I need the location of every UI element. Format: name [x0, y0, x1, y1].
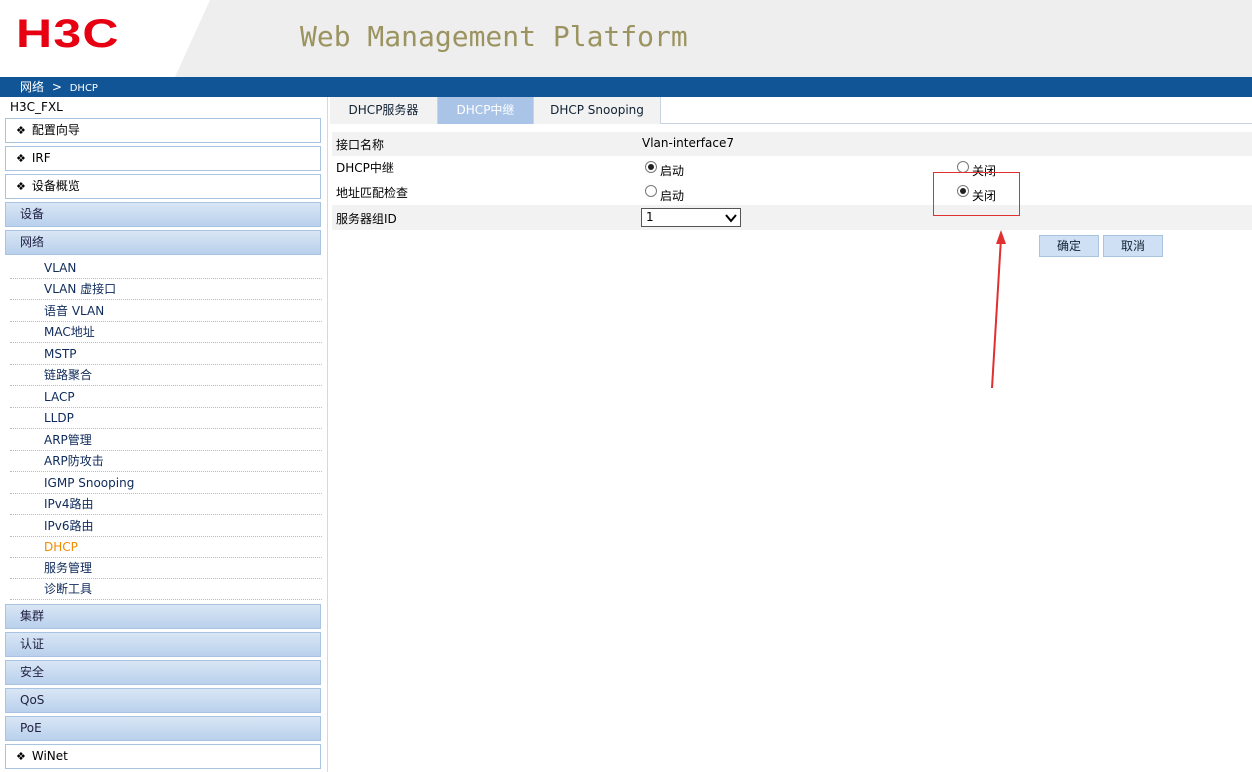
address-check-row: 地址匹配检查 启动 关闭: [332, 180, 1252, 204]
sidebar-item-ipv6-routing[interactable]: IPv6路由: [10, 516, 322, 537]
interface-row: 接口名称 Vlan-interface7: [332, 132, 1252, 156]
sidebar-category-poe[interactable]: PoE: [5, 716, 321, 741]
server-group-label: 服务器组ID: [336, 212, 397, 226]
tab-bar: DHCP服务器 DHCP中继 DHCP Snooping: [330, 97, 1252, 124]
interface-label: 接口名称: [336, 138, 385, 152]
relay-label: DHCP中继: [336, 161, 394, 175]
relay-row: DHCP中继 启动 关闭: [332, 156, 1252, 180]
sidebar-item-arp-management[interactable]: ARP管理: [10, 430, 322, 451]
diamond-icon: ❖: [16, 750, 26, 763]
sidebar-item-diagnostic-tools[interactable]: 诊断工具: [10, 579, 322, 600]
sidebar-category-qos[interactable]: QoS: [5, 688, 321, 713]
sidebar-item-arp-attack-protection[interactable]: ARP防攻击: [10, 451, 322, 472]
breadcrumb: 网络 > DHCP: [0, 77, 1252, 97]
sidebar-item-lacp[interactable]: LACP: [10, 387, 322, 408]
sidebar-category-authentication[interactable]: 认证: [5, 632, 321, 657]
relay-on-label: 启动: [660, 164, 685, 178]
sidebar-item-voice-vlan[interactable]: 语音 VLAN: [10, 301, 322, 322]
interface-value: Vlan-interface7: [642, 136, 734, 150]
address-check-on-radio[interactable]: [645, 185, 657, 197]
tab-dhcp-snooping[interactable]: DHCP Snooping: [534, 97, 661, 124]
chevron-down-icon: [725, 214, 737, 223]
sidebar-item-lldp[interactable]: LLDP: [10, 408, 322, 429]
sidebar-item-label: WiNet: [31, 749, 68, 763]
sidebar-category-device[interactable]: 设备: [5, 202, 321, 227]
sidebar-item-vlan-interface[interactable]: VLAN 虚接口: [10, 279, 322, 300]
address-check-on-label: 启动: [660, 189, 685, 203]
sidebar-item-service-management[interactable]: 服务管理: [10, 558, 322, 579]
sidebar-item-label: IRF: [31, 151, 51, 165]
sidebar-item-mstp[interactable]: MSTP: [10, 344, 322, 365]
ok-button[interactable]: 确定: [1039, 235, 1099, 257]
diamond-icon: ❖: [16, 152, 26, 165]
sidebar-item-label: 设备概览: [31, 179, 80, 193]
h3c-logo: H3C: [16, 12, 120, 56]
sidebar-item-igmp-snooping[interactable]: IGMP Snooping: [10, 473, 322, 494]
sidebar: H3C_FXL ❖ 配置向导 ❖ IRF ❖ 设备概览 设备 网络 VLAN VLAN…: [0, 97, 328, 772]
sidebar-category-security[interactable]: 安全: [5, 660, 321, 685]
annotation-highlight-box: [933, 172, 1020, 216]
annotation-arrow-icon: [991, 230, 1006, 389]
relay-on-radio[interactable]: [645, 161, 657, 173]
sidebar-category-network[interactable]: 网络: [5, 230, 321, 255]
sidebar-category-cluster[interactable]: 集群: [5, 604, 321, 629]
sidebar-item-winet[interactable]: ❖ WiNet: [5, 744, 321, 769]
diamond-icon: ❖: [16, 180, 26, 193]
sidebar-item-link-aggregation[interactable]: 链路聚合: [10, 365, 322, 386]
sidebar-item-device-overview[interactable]: ❖ 设备概览: [5, 174, 321, 199]
platform-title: Web Management Platform: [300, 20, 688, 53]
address-check-label: 地址匹配检查: [336, 186, 409, 200]
sidebar-item-ipv4-routing[interactable]: IPv4路由: [10, 494, 322, 515]
header: H3C Web Management Platform: [0, 0, 1252, 77]
server-group-value: 1: [646, 210, 654, 224]
sidebar-item-dhcp[interactable]: DHCP: [10, 537, 322, 558]
server-group-row: 服务器组ID: [332, 205, 1252, 230]
sidebar-item-vlan[interactable]: VLAN: [10, 258, 322, 279]
breadcrumb-item-network[interactable]: 网络: [20, 80, 44, 94]
sidebar-item-label: 配置向导: [31, 123, 80, 137]
tab-dhcp-server[interactable]: DHCP服务器: [330, 97, 438, 124]
tab-dhcp-relay[interactable]: DHCP中继: [438, 97, 534, 124]
diamond-icon: ❖: [16, 124, 26, 137]
device-name: H3C_FXL: [10, 100, 63, 114]
breadcrumb-separator: >: [51, 80, 62, 94]
sidebar-item-config-wizard[interactable]: ❖ 配置向导: [5, 118, 321, 143]
cancel-button[interactable]: 取消: [1103, 235, 1163, 257]
sidebar-item-irf[interactable]: ❖ IRF: [5, 146, 321, 171]
sidebar-item-mac-address[interactable]: MAC地址: [10, 322, 322, 343]
server-group-select[interactable]: 1: [641, 208, 741, 227]
breadcrumb-item-dhcp: DHCP: [69, 83, 98, 94]
